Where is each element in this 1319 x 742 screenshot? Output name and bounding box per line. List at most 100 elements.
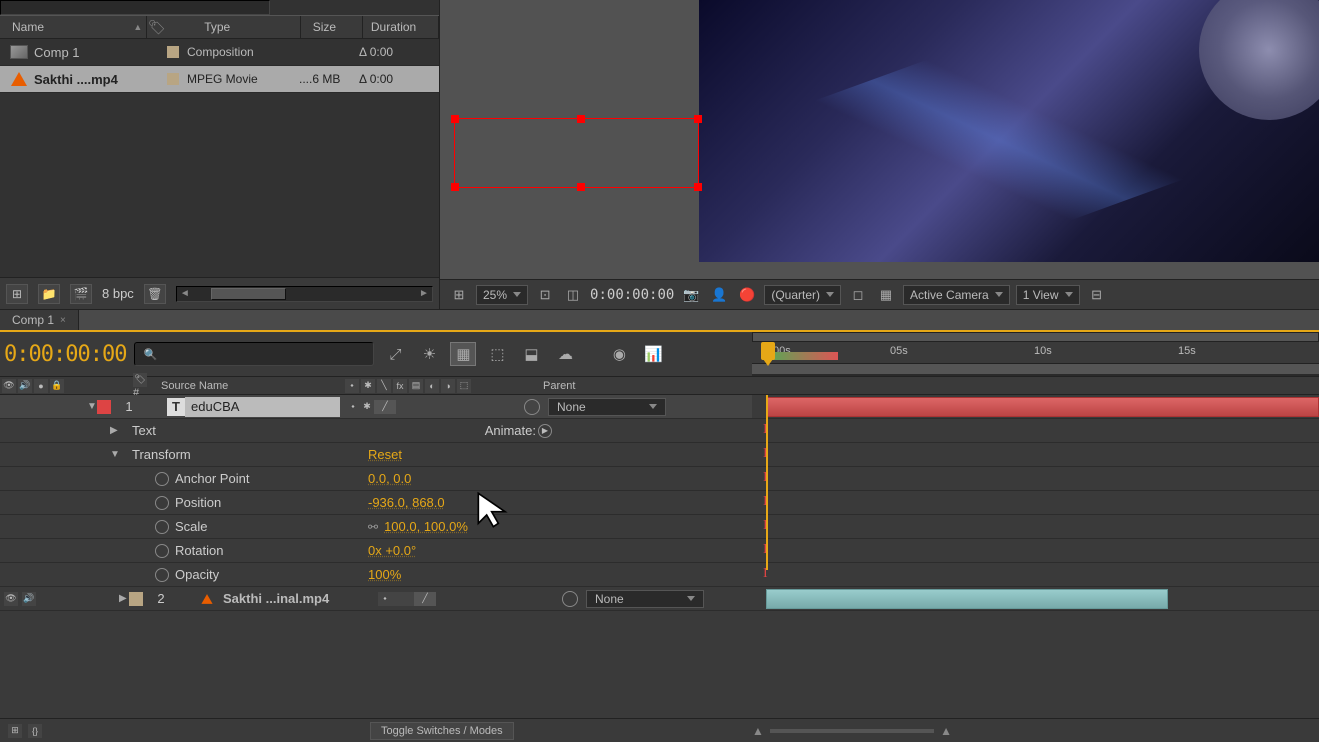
resolution-dropdown[interactable]: (Quarter) bbox=[764, 285, 841, 305]
audio-toggle[interactable]: 🔊 bbox=[22, 592, 36, 606]
zoom-dropdown[interactable]: 25% bbox=[476, 285, 528, 305]
expand-toggle[interactable]: ▶ bbox=[119, 593, 129, 604]
audio-icon[interactable]: 🔊 bbox=[18, 379, 32, 393]
layer-name[interactable]: Sakthi ...inal.mp4 bbox=[217, 591, 372, 606]
navigator-bar[interactable] bbox=[752, 332, 1319, 342]
bbox-handle[interactable] bbox=[577, 115, 585, 123]
animate-menu-icon[interactable]: ▶ bbox=[538, 424, 552, 438]
quality-switch[interactable]: ╱ bbox=[374, 400, 396, 414]
project-item-video[interactable]: Sakthi ....mp4 MPEG Movie ....6 MB Δ 0:0… bbox=[0, 66, 439, 93]
roi-icon[interactable]: ◻ bbox=[847, 285, 869, 305]
layer-color[interactable] bbox=[129, 592, 143, 606]
brainstorm-icon[interactable]: ☁ bbox=[552, 342, 578, 366]
current-timecode[interactable]: 0:00:00:00 bbox=[4, 342, 126, 367]
source-col-label[interactable]: Source Name bbox=[155, 380, 341, 392]
motion-blur-icon[interactable]: ⬓ bbox=[518, 342, 544, 366]
layer-row-1[interactable]: ▼ 1 T eduCBA ⬩ ✱ ╱ None bbox=[0, 395, 752, 419]
parent-dropdown[interactable]: None bbox=[586, 590, 704, 608]
stopwatch-icon[interactable] bbox=[155, 520, 169, 534]
auto-keyframe-icon[interactable]: ◉ bbox=[606, 342, 632, 366]
frame-blend-icon[interactable]: ⬚ bbox=[484, 342, 510, 366]
zoom-slider[interactable]: ▲ ▲ bbox=[752, 723, 952, 739]
work-area-bar[interactable] bbox=[766, 352, 838, 360]
video-icon[interactable]: 👁 bbox=[2, 379, 16, 393]
prop-transform[interactable]: ▼ Transform Reset bbox=[0, 443, 752, 467]
stopwatch-icon[interactable] bbox=[155, 496, 169, 510]
prop-value[interactable]: 100.0, 100.0% bbox=[384, 519, 468, 534]
shy-switch[interactable]: ⬩ bbox=[378, 592, 392, 606]
comp-tab[interactable]: Comp 1 × bbox=[0, 310, 79, 330]
stopwatch-icon[interactable] bbox=[155, 568, 169, 582]
close-icon[interactable]: × bbox=[60, 315, 66, 326]
timeline-tracks[interactable]: I I I I I I I bbox=[752, 395, 1319, 611]
video-toggle[interactable]: 👁 bbox=[4, 592, 18, 606]
reset-link[interactable]: Reset bbox=[368, 447, 402, 462]
toggle-switches-modes-button[interactable]: Toggle Switches / Modes bbox=[370, 722, 514, 740]
quality-switch[interactable]: ╱ bbox=[414, 592, 436, 606]
new-comp-icon[interactable]: 🎬 bbox=[70, 284, 92, 304]
shy-switch[interactable]: ⬩ bbox=[346, 400, 360, 414]
layer-row-2[interactable]: 👁 🔊 ▶ 2 Sakthi ...inal.mp4 ⬩ ╱ None bbox=[0, 587, 752, 611]
col-size[interactable]: Size bbox=[301, 16, 363, 38]
prop-text[interactable]: ▶ Text Animate: ▶ bbox=[0, 419, 752, 443]
snapshot-icon[interactable]: 📷 bbox=[680, 285, 702, 305]
bbox-handle[interactable] bbox=[451, 183, 459, 191]
new-folder-icon[interactable]: 📁 bbox=[38, 284, 60, 304]
grid-icon[interactable]: ⊞ bbox=[448, 285, 470, 305]
toggle-modes-icon[interactable]: {} bbox=[28, 724, 42, 738]
toggle-switches-icon[interactable]: ⊞ bbox=[8, 724, 22, 738]
preview-canvas[interactable] bbox=[440, 0, 1319, 279]
col-name[interactable]: Name ▲ bbox=[0, 16, 147, 38]
label-color[interactable] bbox=[167, 46, 179, 58]
expand-toggle[interactable]: ▼ bbox=[110, 449, 120, 460]
constrain-proportions-icon[interactable]: ⚯ bbox=[368, 520, 378, 534]
preview-timecode[interactable]: 0:00:00:00 bbox=[590, 287, 674, 303]
work-area[interactable] bbox=[752, 364, 1319, 374]
trash-icon[interactable]: 🗑 bbox=[144, 284, 166, 304]
pixel-aspect-icon[interactable]: ⊟ bbox=[1086, 285, 1108, 305]
playhead-line[interactable] bbox=[766, 395, 768, 570]
prop-value[interactable]: -936.0, 868.0 bbox=[368, 495, 445, 510]
prop-value[interactable]: 0x +0.0° bbox=[368, 543, 416, 558]
prop-scale[interactable]: Scale ⚯ 100.0, 100.0% bbox=[0, 515, 752, 539]
mask-icon[interactable]: ◫ bbox=[562, 285, 584, 305]
tag-icon[interactable]: 🏷 bbox=[133, 373, 147, 387]
solo-icon[interactable]: ● bbox=[34, 379, 48, 393]
draft-3d-icon[interactable]: ☀ bbox=[416, 342, 442, 366]
project-search[interactable] bbox=[0, 0, 270, 15]
comp-mini-flowchart-icon[interactable]: ⤢ bbox=[382, 342, 408, 366]
bbox-handle[interactable] bbox=[577, 183, 585, 191]
bbox-handle[interactable] bbox=[451, 115, 459, 123]
zoom-out-icon[interactable]: ▲ bbox=[752, 724, 764, 738]
layer-name[interactable]: eduCBA bbox=[185, 397, 340, 417]
expand-toggle[interactable]: ▼ bbox=[87, 401, 97, 412]
col-duration[interactable]: Duration bbox=[363, 16, 439, 38]
prop-rotation[interactable]: Rotation 0x +0.0° bbox=[0, 539, 752, 563]
lock-icon[interactable]: 🔒 bbox=[50, 379, 64, 393]
transparency-icon[interactable]: ▦ bbox=[875, 285, 897, 305]
safe-zones-icon[interactable]: ⊡ bbox=[534, 285, 556, 305]
bbox-handle[interactable] bbox=[694, 183, 702, 191]
color-mgmt-icon[interactable]: 🔴 bbox=[736, 285, 758, 305]
parent-pickwhip-icon[interactable] bbox=[562, 591, 578, 607]
timeline-ruler[interactable]: :00s 05s 10s 15s bbox=[752, 332, 1319, 376]
layer-color[interactable] bbox=[97, 400, 111, 414]
scroll-thumb[interactable] bbox=[211, 288, 286, 300]
prop-opacity[interactable]: Opacity 100% bbox=[0, 563, 752, 587]
col-type[interactable]: Type bbox=[166, 16, 301, 38]
camera-dropdown[interactable]: Active Camera bbox=[903, 285, 1010, 305]
prop-value[interactable]: 100% bbox=[368, 567, 401, 582]
playhead[interactable] bbox=[761, 342, 775, 360]
hide-shy-icon[interactable]: ▦ bbox=[450, 342, 476, 366]
prop-value[interactable]: 0.0, 0.0 bbox=[368, 471, 411, 486]
bpc-label[interactable]: 8 bpc bbox=[102, 286, 134, 301]
expand-toggle[interactable]: ▶ bbox=[110, 425, 120, 436]
layer-2-bar[interactable] bbox=[766, 589, 1168, 609]
project-item-comp[interactable]: Comp 1 Composition Δ 0:00 bbox=[0, 39, 439, 66]
prop-position[interactable]: Position -936.0, 868.0 bbox=[0, 491, 752, 515]
view-dropdown[interactable]: 1 View bbox=[1016, 285, 1080, 305]
scroll-right-icon[interactable]: ► bbox=[416, 288, 432, 299]
collapse-switch[interactable]: ✱ bbox=[360, 400, 374, 414]
scroll-left-icon[interactable]: ◄ bbox=[177, 288, 193, 299]
parent-pickwhip-icon[interactable] bbox=[524, 399, 540, 415]
